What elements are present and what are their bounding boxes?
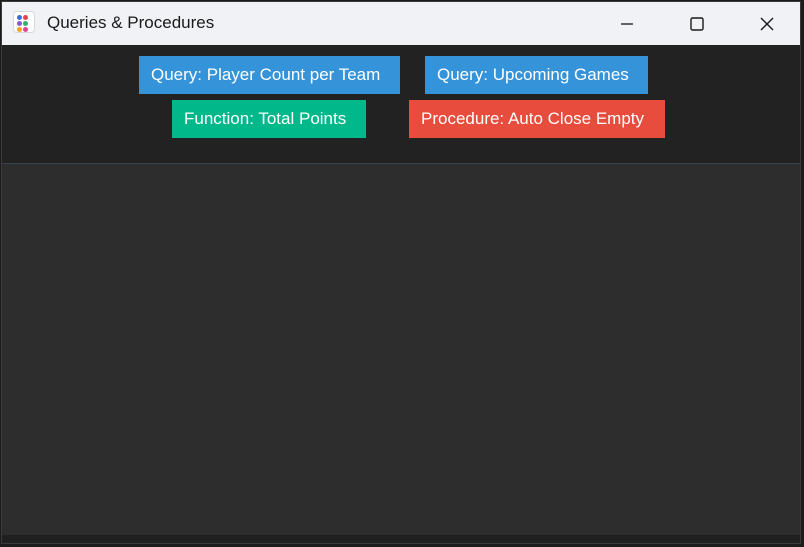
minimize-button[interactable] bbox=[604, 2, 650, 45]
app-icon bbox=[13, 11, 35, 33]
function-total-points-button[interactable]: Function: Total Points bbox=[172, 100, 366, 138]
procedure-auto-close-empty-button[interactable]: Procedure: Auto Close Empty bbox=[409, 100, 665, 138]
query-player-count-button[interactable]: Query: Player Count per Team bbox=[139, 56, 400, 94]
window-title: Queries & Procedures bbox=[47, 13, 215, 32]
title-bar[interactable]: Queries & Procedures bbox=[2, 2, 800, 45]
minimize-icon bbox=[621, 22, 633, 25]
app-window: Queries & Procedures Query: Player Count… bbox=[1, 1, 801, 544]
window-bottom-edge bbox=[2, 535, 800, 543]
maximize-icon bbox=[690, 16, 704, 31]
close-button[interactable] bbox=[744, 2, 790, 45]
maximize-button[interactable] bbox=[674, 2, 720, 45]
button-toolbar: Query: Player Count per Team Query: Upco… bbox=[2, 45, 800, 163]
results-panel bbox=[2, 163, 800, 535]
query-upcoming-games-button[interactable]: Query: Upcoming Games bbox=[425, 56, 648, 94]
close-icon bbox=[760, 17, 774, 30]
